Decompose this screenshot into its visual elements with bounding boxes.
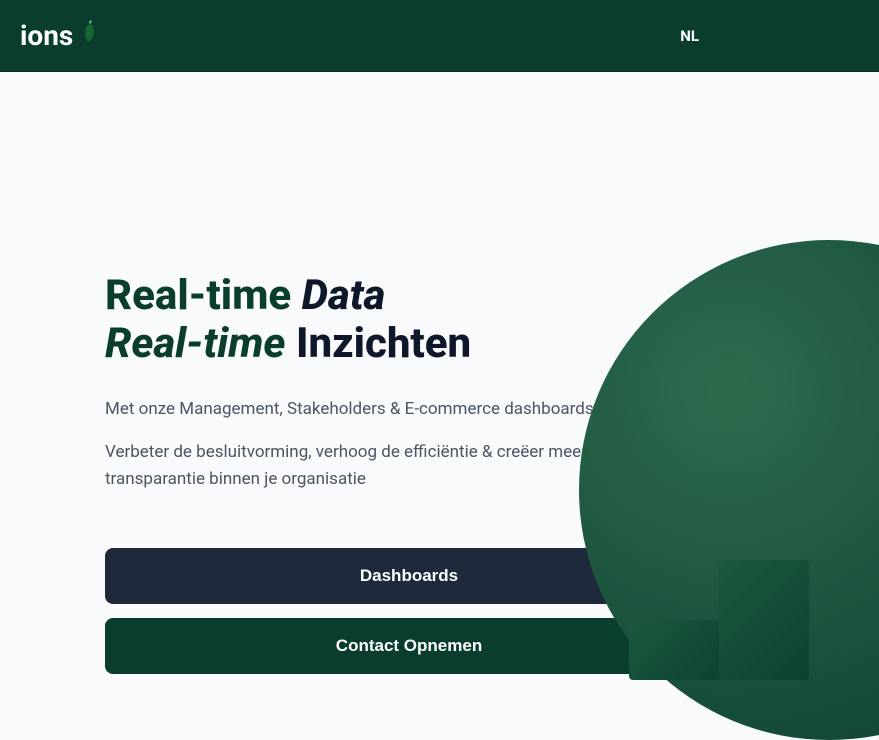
heading-part4: Inzichten: [296, 319, 471, 368]
navbar: ions NL: [0, 0, 879, 72]
heading-part2: Data: [302, 271, 386, 320]
dashboards-button[interactable]: Dashboards: [105, 548, 713, 604]
language-selector[interactable]: NL: [680, 27, 699, 45]
hero-description: Verbeter de besluitvorming, verhoog de e…: [105, 439, 665, 493]
logo-section[interactable]: ions: [20, 19, 99, 52]
chili-icon: [79, 20, 99, 44]
button-group: Dashboards Contact Opnemen: [105, 548, 713, 674]
heading-part1: Real-time: [105, 271, 291, 320]
hero-heading: Real-time Data Real-time Inzichten: [105, 272, 879, 369]
heading-part3: Real-time: [105, 319, 286, 368]
logo-text: ions: [20, 19, 73, 52]
main-content: Real-time Data Real-time Inzichten Met o…: [0, 72, 879, 674]
hero-subtitle: Met onze Management, Stakeholders & E-co…: [105, 399, 705, 419]
contact-button[interactable]: Contact Opnemen: [105, 618, 713, 674]
